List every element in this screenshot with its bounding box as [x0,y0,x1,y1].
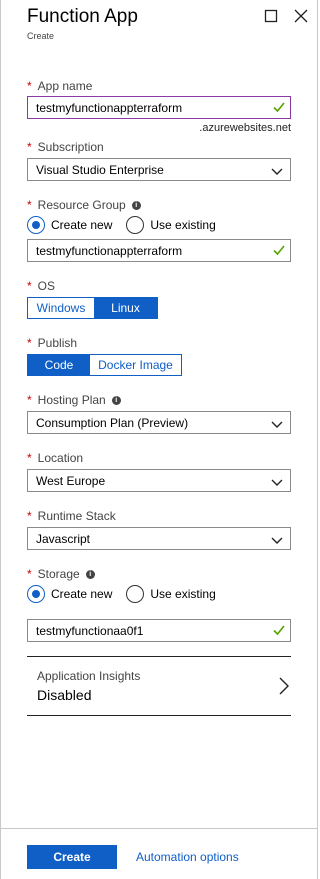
hosting-plan-dropdown[interactable]: Consumption Plan (Preview) [27,411,291,434]
location-value: West Europe [36,473,106,488]
checkmark-icon [273,244,285,256]
runtime-stack-label: * Runtime Stack [27,509,116,523]
create-button[interactable]: Create [27,845,117,869]
resource-group-value: testmyfunctionappterraform [36,243,183,258]
hosting-plan-label: * Hosting Plan i [27,393,121,407]
subscription-dropdown[interactable]: Visual Studio Enterprise [27,158,291,181]
chevron-down-icon [271,165,283,175]
app-name-value: testmyfunctionappterraform [36,100,183,115]
storage-create-new-label[interactable]: Create new [51,587,112,601]
blade-title: Function App [27,6,138,27]
app-insights-label: Application Insights [37,669,141,683]
publish-label: * Publish [27,336,78,350]
os-option-windows[interactable]: Windows [28,298,94,318]
publish-toggle: Code Docker Image [27,354,182,376]
hosting-plan-value: Consumption Plan (Preview) [36,415,189,430]
app-insights-row[interactable]: Application Insights Disabled [27,656,291,716]
rg-use-existing-radio[interactable] [126,216,145,234]
footer-divider [1,828,317,829]
info-icon[interactable]: i [85,569,95,579]
resource-group-label: * Resource Group i [27,198,141,212]
automation-options-link[interactable]: Automation options [136,850,239,864]
rg-create-new-radio[interactable] [27,216,45,234]
header-controls [264,9,308,23]
app-insights-value: Disabled [37,687,92,703]
os-option-linux[interactable]: Linux [94,298,157,318]
app-name-input[interactable]: testmyfunctionappterraform [27,96,291,119]
chevron-right-icon [279,677,289,695]
blade-header: Function App Create [27,5,138,41]
storage-use-existing-radio[interactable] [126,585,145,603]
checkmark-icon [273,624,285,636]
publish-option-code[interactable]: Code [28,355,90,375]
resource-group-options: Create new Use existing [27,216,216,234]
chevron-down-icon [271,476,283,486]
runtime-stack-value: Javascript [36,531,91,546]
blade-subtitle: Create [27,31,55,41]
rg-create-new-label[interactable]: Create new [51,218,112,232]
storage-input[interactable]: testmyfunctionaa0f1 [27,619,291,642]
maximize-icon[interactable] [264,9,278,23]
subscription-label: * Subscription [27,140,104,154]
location-label: * Location [27,451,84,465]
publish-option-docker[interactable]: Docker Image [90,355,181,375]
os-label: * OS [27,279,56,293]
os-toggle: Windows Linux [27,297,158,319]
rg-use-existing-label[interactable]: Use existing [150,218,215,232]
storage-use-existing-label[interactable]: Use existing [150,587,215,601]
checkmark-icon [273,101,285,113]
resource-group-input[interactable]: testmyfunctionappterraform [27,239,291,262]
chevron-down-icon [271,534,283,544]
info-icon[interactable]: i [111,395,121,405]
blade-right-border [317,0,318,879]
runtime-stack-dropdown[interactable]: Javascript [27,527,291,550]
storage-options: Create new Use existing [27,585,216,603]
location-dropdown[interactable]: West Europe [27,469,291,492]
storage-label: * Storage i [27,567,95,581]
subscription-value: Visual Studio Enterprise [36,162,164,177]
app-name-label: * App name [27,79,93,93]
close-icon[interactable] [294,9,308,23]
blade-left-border [0,0,1,879]
info-icon[interactable]: i [131,200,141,210]
domain-suffix: .azurewebsites.net [199,122,291,134]
storage-value: testmyfunctionaa0f1 [36,623,144,638]
chevron-down-icon [271,418,283,428]
storage-create-new-radio[interactable] [27,585,45,603]
